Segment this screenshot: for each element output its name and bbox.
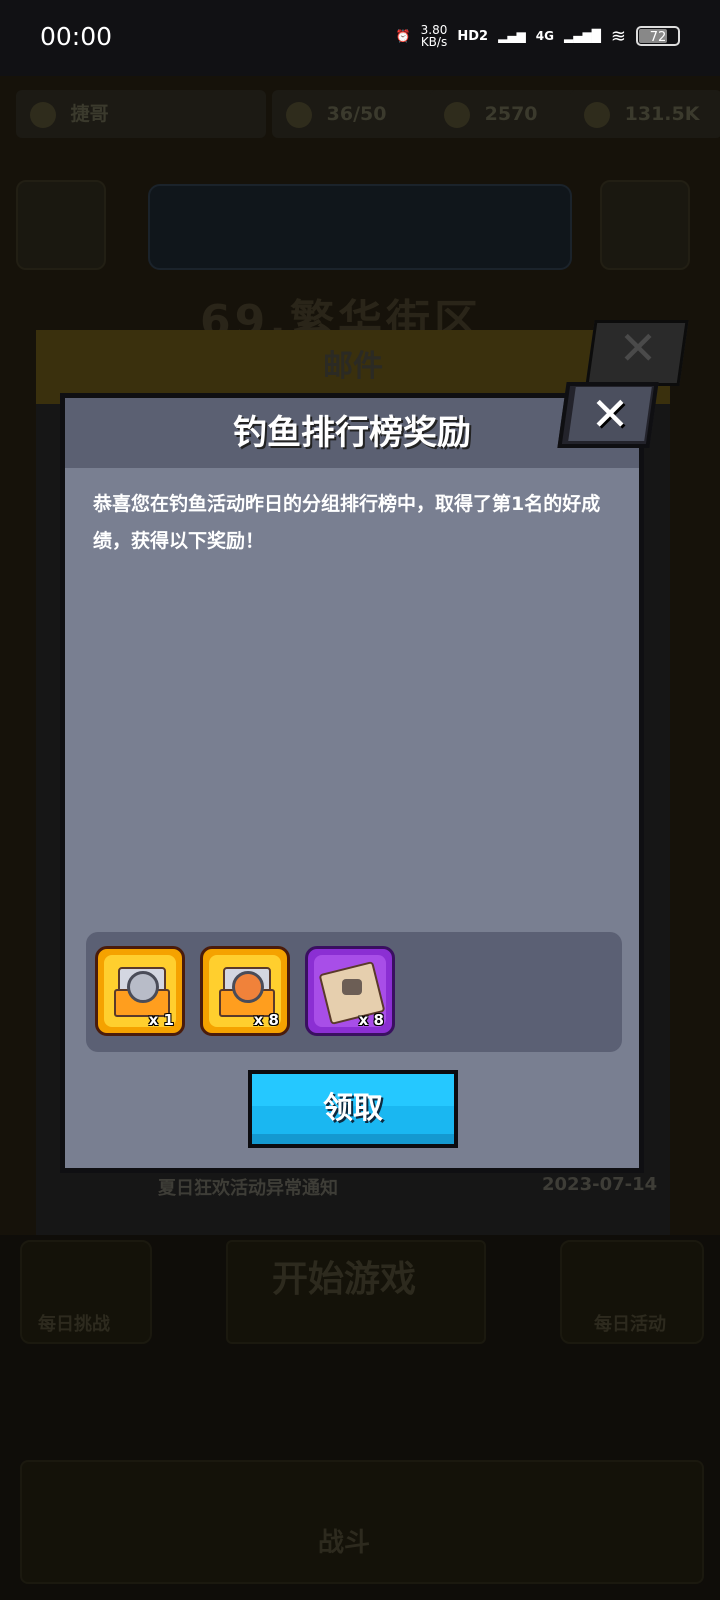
- alarm-icon: ⏰: [395, 29, 411, 43]
- energy-icon: [286, 101, 312, 128]
- player-info: 捷哥: [16, 90, 266, 138]
- claim-button[interactable]: 领取: [248, 1070, 458, 1148]
- reward-quantity: x 8: [253, 1011, 279, 1029]
- coin-icon: [584, 101, 610, 128]
- gem-counter: 2570: [430, 90, 588, 138]
- reward-item[interactable]: x 8: [200, 946, 290, 1036]
- daily-challenge-label: 每日挑战: [38, 1314, 110, 1335]
- reward-item[interactable]: x 1: [95, 946, 185, 1036]
- guild-button: [600, 180, 690, 270]
- reward-dialog: 钓鱼排行榜奖励 恭喜您在钓鱼活动昨日的分组排行榜中，取得了第1名的好成绩，获得以…: [60, 393, 644, 1173]
- gem-icon: [444, 101, 470, 128]
- signal-strength-icon: ▂▄▆█: [563, 29, 601, 43]
- reward-quantity: x 1: [148, 1011, 174, 1029]
- network-type: 4G: [535, 29, 554, 43]
- dialog-title: 钓鱼排行榜奖励: [233, 413, 471, 453]
- mail-close-icon: ✕: [618, 321, 658, 375]
- wifi-icon: ≋: [610, 25, 626, 47]
- dialog-message: 恭喜您在钓鱼活动昨日的分组排行榜中，取得了第1名的好成绩，获得以下奖励！: [93, 493, 601, 552]
- gold-chest-icon: [232, 971, 264, 1003]
- battle-tab-label: 战斗: [318, 1528, 371, 1558]
- energy-counter: 36/50: [272, 90, 440, 138]
- gold-chest-icon: [127, 971, 159, 1003]
- reward-quantity: x 8: [358, 1011, 384, 1029]
- coin-counter: 131.5K: [570, 90, 720, 138]
- menu-button: [16, 180, 106, 270]
- status-icons: ⏰ 3.80 KB/s HD2 ▂▄▆ 4G ▂▄▆█ ≋ 72: [396, 24, 680, 48]
- start-game-label: 开始游戏: [272, 1259, 417, 1300]
- close-icon[interactable]: ✕: [578, 386, 642, 442]
- net-speed: 3.80 KB/s: [420, 23, 448, 49]
- mail-row-title: 夏日狂欢活动异常通知: [158, 1178, 338, 1199]
- signal-icon: ▂▄▆: [498, 29, 526, 43]
- battery-icon: 72: [636, 26, 680, 46]
- daily-event-label: 每日活动: [594, 1314, 666, 1335]
- clock: 00:00: [40, 22, 113, 51]
- rank-bar: [148, 184, 572, 270]
- hd-badge: HD2: [457, 28, 489, 44]
- avatar: [30, 101, 56, 128]
- player-name: 捷哥: [70, 103, 109, 125]
- reward-item[interactable]: x 8: [305, 946, 395, 1036]
- status-bar: 00:00 ⏰ 3.80 KB/s HD2 ▂▄▆ 4G ▂▄▆█ ≋ 72: [0, 0, 720, 76]
- claim-button-label: 领取: [323, 1091, 383, 1126]
- mail-row-date: 2023-07-14: [542, 1174, 658, 1195]
